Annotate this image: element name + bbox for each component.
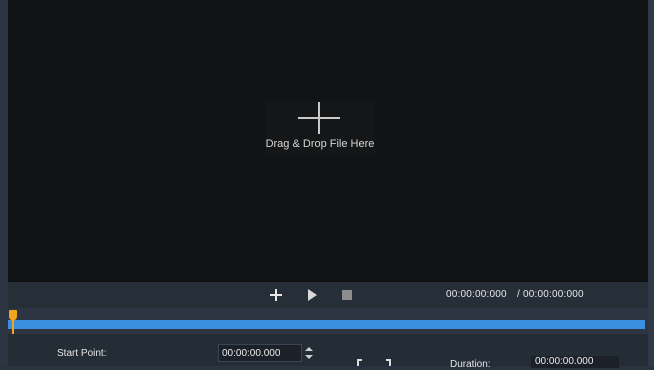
drop-zone[interactable]: Drag & Drop File Here (265, 101, 375, 157)
plus-icon[interactable] (266, 282, 286, 308)
duration-value: 00:00:00.000 (531, 356, 619, 368)
stop-icon[interactable] (339, 282, 355, 308)
current-time: 00:00:00:000 (446, 289, 507, 300)
start-point-spinner[interactable] (303, 344, 315, 362)
playback-controls: 00:00:00:000 / 00:00:00:000 (8, 282, 648, 308)
add-file-icon[interactable] (298, 102, 340, 134)
video-preview[interactable]: Drag & Drop File Here (8, 0, 648, 282)
trim-panel: Start Point: Duration: 00:00:00.000 (8, 334, 648, 370)
play-icon[interactable] (304, 282, 320, 308)
drop-hint: Drag & Drop File Here (265, 138, 375, 150)
start-point-label: Start Point: (57, 348, 107, 359)
total-time: / 00:00:00:000 (517, 289, 584, 300)
window-edge (648, 0, 654, 366)
start-point-input[interactable] (218, 344, 302, 362)
timeline-track[interactable] (8, 320, 645, 329)
chevron-down-icon[interactable] (305, 355, 313, 359)
editor-window: Drag & Drop File Here 00:00:00:000 / 00:… (0, 0, 654, 370)
timeline[interactable] (8, 308, 648, 338)
duration-label: Duration: (450, 359, 491, 370)
chevron-up-icon[interactable] (305, 347, 313, 351)
bracket-icon[interactable] (357, 359, 391, 366)
